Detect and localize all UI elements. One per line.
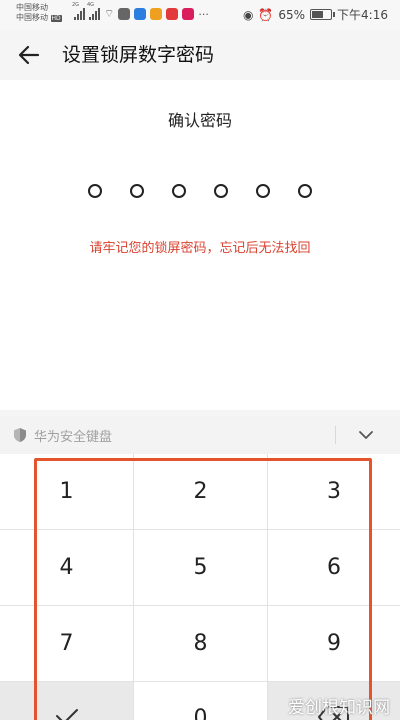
key-label: 4	[59, 555, 74, 580]
app-notification-icon	[118, 8, 131, 20]
title-bar: 设置锁屏数字密码	[0, 30, 400, 80]
key-2[interactable]: 2	[134, 454, 267, 529]
status-bar: 中国移动 中国移动 HD 2G 4G ⌔ ··· ◉ ⏰ 65% 下午4:16	[0, 0, 400, 30]
key-4[interactable]: 4	[0, 530, 133, 605]
network-type-2: 4G	[87, 2, 95, 8]
battery-icon	[310, 9, 336, 20]
pin-dot	[88, 184, 102, 198]
app-notification-icon	[182, 8, 195, 20]
app-notification-icon	[166, 8, 179, 20]
key-9[interactable]: 9	[268, 606, 400, 681]
network-type-1: 2G	[72, 2, 80, 8]
key-label: 1	[59, 479, 74, 504]
confirm-key[interactable]	[0, 682, 133, 720]
key-label: 6	[327, 555, 341, 580]
key-label: 8	[193, 631, 208, 656]
pin-entry-area: 确认密码 请牢记您的锁屏密码，忘记后无法找回	[0, 80, 400, 410]
status-right: ◉ ⏰ 65% 下午4:16	[243, 6, 388, 23]
carrier-1: 中国移动	[16, 3, 48, 12]
eye-icon: ◉	[242, 7, 254, 22]
signal-icon: 2G	[72, 2, 85, 20]
key-label: 0	[193, 706, 208, 720]
key-label: 3	[327, 479, 341, 504]
alarm-icon: ⏰	[258, 7, 274, 22]
numeric-keypad: 1 2 3 4 5 6 7 8 9 0	[0, 454, 400, 720]
app-notification-icon	[150, 8, 163, 20]
carrier-info: 中国移动 中国移动 HD	[16, 3, 62, 24]
key-7[interactable]: 7	[0, 606, 133, 681]
confirm-pin-label: 确认密码	[167, 111, 232, 130]
pin-dot	[298, 184, 312, 198]
pin-dot	[172, 184, 186, 198]
key-6[interactable]: 6	[268, 530, 400, 605]
pin-dots	[88, 184, 312, 198]
key-5[interactable]: 5	[134, 530, 267, 605]
keyboard-label: 华为安全键盘	[34, 430, 113, 445]
keyboard-header: 华为安全键盘	[0, 416, 400, 454]
carrier-2: 中国移动	[16, 13, 48, 22]
key-0[interactable]: 0	[134, 682, 267, 720]
watermark: 爱创根知识网	[288, 698, 390, 718]
key-label: 2	[193, 479, 208, 504]
warning-text: 请牢记您的锁屏密码，忘记后无法找回	[89, 241, 311, 256]
back-arrow-icon	[18, 45, 40, 65]
back-button[interactable]	[14, 40, 44, 70]
key-8[interactable]: 8	[134, 606, 267, 681]
key-1[interactable]: 1	[0, 454, 133, 529]
signal-area: 2G 4G ⌔ ···	[72, 2, 209, 21]
divider	[335, 426, 336, 444]
key-label: 5	[193, 555, 208, 580]
key-label: 9	[327, 631, 341, 656]
pin-dot	[130, 184, 144, 198]
signal-icon: 4G	[87, 2, 100, 20]
hd-badge: HD	[50, 15, 62, 22]
battery-percent: 65%	[278, 7, 306, 22]
page-title: 设置锁屏数字密码	[62, 44, 215, 66]
app-notification-icon	[134, 8, 147, 20]
pin-dot	[214, 184, 228, 198]
key-3[interactable]: 3	[268, 454, 400, 529]
checkmark-icon	[55, 709, 78, 720]
clock: 下午4:16	[337, 8, 388, 22]
more-icon: ···	[198, 7, 209, 21]
shield-icon	[14, 428, 26, 442]
key-label: 7	[59, 631, 74, 656]
pin-dot	[256, 184, 270, 198]
chevron-down-icon[interactable]	[356, 427, 376, 443]
wifi-icon: ⌔	[104, 7, 115, 20]
